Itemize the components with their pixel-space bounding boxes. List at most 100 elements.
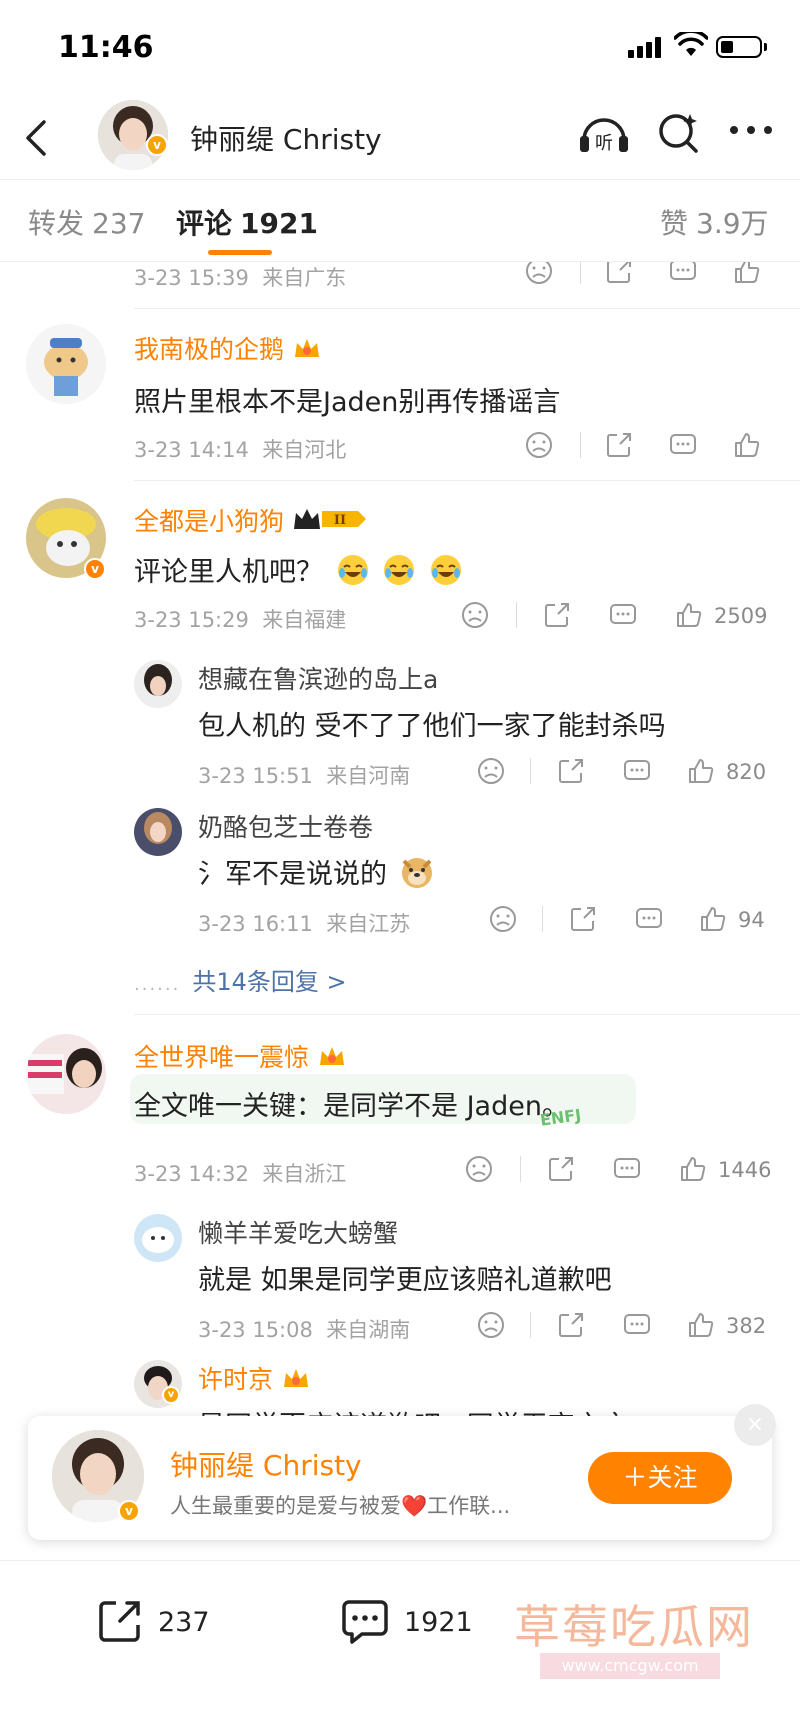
watermark-url: www.cmcgw.com [540,1653,720,1679]
reply-text: 包人机的 受不了了他们一家了能封杀吗 [198,711,666,742]
share-icon[interactable] [604,262,634,286]
dislike-icon[interactable] [464,1154,494,1184]
doge-emoji-icon [401,858,432,888]
replier-name[interactable]: 奶酪包芝士卷卷 [198,808,373,844]
dislike-icon[interactable] [524,262,554,286]
enfj-sticker: ENFJ [538,1105,583,1130]
reply-icon[interactable] [668,262,698,286]
reply-icon[interactable] [668,430,698,460]
like-count: 2509 [714,604,768,628]
tab-reposts[interactable]: 转发 237 [28,202,145,242]
vip-crown-icon [284,1369,309,1387]
vip-level-badge-icon: II [294,509,367,529]
share-icon[interactable] [542,600,572,630]
back-arrow-icon[interactable] [18,116,54,160]
comment-meta: 3-23 15:29 来自福建 [134,608,347,632]
tab-likes[interactable]: 赞 3.9万 [660,202,769,242]
repost-count: 237 [158,1607,210,1638]
reply-icon[interactable] [634,904,664,934]
commenter-name[interactable]: 全世界唯一震惊 [134,1038,347,1074]
reply-actions: 382 [476,1310,776,1346]
dislike-icon[interactable] [460,600,490,630]
comment-text: 评论里人机吧？ [134,550,463,589]
replier-name[interactable]: 许时京 [198,1360,311,1396]
dislike-icon[interactable] [476,756,506,786]
author-name[interactable]: 钟丽缇 Christy [190,118,382,158]
like-icon[interactable] [686,756,716,786]
comment-actions: 1446 [464,1154,784,1190]
comment-divider [134,308,800,309]
comment-actions [524,430,774,466]
laugh-cry-emoji-icon [430,555,461,585]
dislike-icon[interactable] [476,1310,506,1340]
listen-headphones-icon[interactable]: 听 [578,110,630,156]
comment-meta: 3-23 15:39 来自广东 [134,266,347,290]
comment-text: 照片里根本不是Jaden别再传播谣言 [134,387,561,418]
like-icon[interactable] [732,430,762,460]
reply-text: 氵军不是说说的 [198,852,434,891]
commenter-avatar[interactable] [26,1034,106,1114]
like-icon[interactable] [678,1154,708,1184]
comment-divider [134,1014,800,1015]
replier-name[interactable]: 想藏在鲁滨逊的岛上a [198,660,438,696]
reply-icon[interactable] [612,1154,642,1184]
like-count: 1446 [718,1158,772,1182]
reply-meta: 3-23 15:51 来自河南 [198,764,411,788]
like-icon[interactable] [732,262,762,286]
comment-text: 全文唯一关键：是同学不是 Jaden。 [134,1091,569,1122]
like-icon[interactable] [674,600,704,630]
wifi-icon [674,32,708,56]
commenter-name[interactable]: 全都是小狗狗 II [134,502,368,538]
vip-crown-icon [295,339,320,357]
follow-button[interactable]: ＋关注 [588,1452,732,1504]
comment-meta: 3-23 14:32 来自浙江 [134,1162,347,1186]
follow-card-name[interactable]: 钟丽缇 Christy [170,1444,362,1484]
close-icon[interactable]: × [734,1404,776,1446]
replier-avatar[interactable] [134,808,182,856]
listen-label: 听 [595,133,613,154]
repost-button[interactable]: 237 [96,1597,236,1647]
share-icon[interactable] [556,1310,586,1340]
reply-actions: 820 [476,756,776,792]
reply-icon[interactable] [622,1310,652,1340]
like-icon[interactable] [686,1310,716,1340]
reply-icon[interactable] [608,600,638,630]
reply-icon[interactable] [622,756,652,786]
repost-icon [99,1601,140,1642]
dislike-icon[interactable] [524,430,554,460]
share-icon[interactable] [568,904,598,934]
like-icon[interactable] [698,904,728,934]
reply-meta: 3-23 16:11 来自江苏 [198,912,411,936]
more-options-icon[interactable] [728,124,774,136]
share-icon[interactable] [546,1154,576,1184]
like-count: 820 [726,760,767,784]
svg-text:II: II [334,513,346,528]
battery-icon [716,36,767,58]
view-more-replies-link[interactable]: ...... 共14条回复 > [134,962,347,997]
comment-icon [342,1600,388,1644]
comment-list[interactable]: 3-23 15:39 来自广东 我南极的企鹅 照片里根本不是Jaden别再传播谣… [0,262,800,1418]
laugh-cry-emoji-icon [337,555,368,585]
share-icon[interactable] [604,430,634,460]
bottom-action-bar: 237 1921 草莓吃瓜网 www.cmcgw.com [0,1560,800,1731]
commenter-avatar[interactable] [26,324,106,404]
commenter-name[interactable]: 我南极的企鹅 [134,330,322,366]
search-icon[interactable] [656,110,702,156]
verified-badge-icon: v [84,558,106,580]
comment-button[interactable]: 1921 [340,1597,500,1647]
signal-icon [628,36,666,58]
comment-actions: 2509 [460,600,780,636]
tab-comments[interactable]: 评论 1921 [176,202,318,242]
comment-actions [524,262,774,292]
replier-avatar[interactable] [134,660,182,708]
replier-name[interactable]: 懒羊羊爱吃大螃蟹 [198,1214,398,1250]
tab-bar: 转发 237 评论 1921 赞 3.9万 [0,180,800,262]
share-icon[interactable] [556,756,586,786]
verified-badge-icon: v [162,1386,180,1404]
follow-card-bio: 人生最重要的是爱与被爱❤️工作联... [170,1494,511,1518]
replier-avatar[interactable] [134,1214,182,1262]
like-count: 94 [738,908,765,932]
dislike-icon[interactable] [488,904,518,934]
follow-suggestion-card[interactable]: v 钟丽缇 Christy 人生最重要的是爱与被爱❤️工作联... ＋关注 [28,1416,772,1540]
status-time: 11:46 [58,30,154,65]
